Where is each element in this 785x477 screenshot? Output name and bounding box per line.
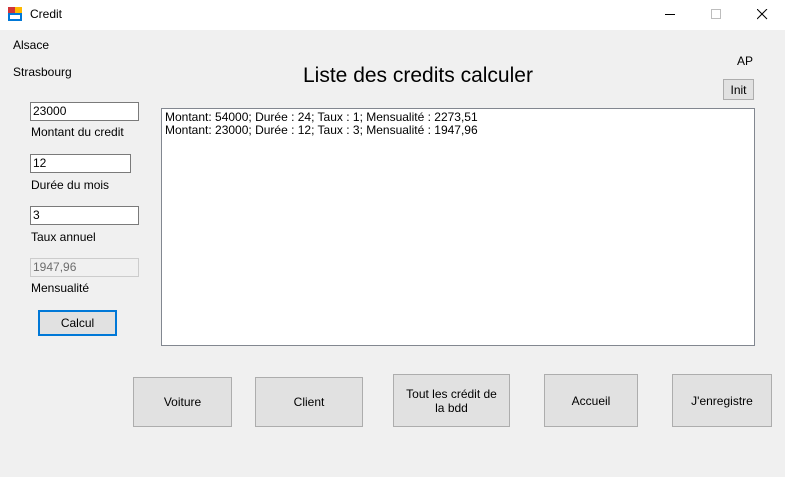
calculate-button[interactable]: Calcul: [38, 310, 117, 336]
minimize-button[interactable]: [647, 0, 693, 30]
amount-input[interactable]: 23000: [30, 102, 139, 121]
user-label: AP: [737, 54, 754, 68]
close-button[interactable]: [739, 0, 785, 30]
duration-input[interactable]: 12: [30, 154, 131, 173]
credits-list[interactable]: Montant: 54000; Durée : 24; Taux : 1; Me…: [161, 108, 755, 346]
close-icon: [756, 7, 768, 23]
page-title: Liste des credits calculer: [303, 64, 533, 87]
list-item[interactable]: Montant: 23000; Durée : 12; Taux : 3; Me…: [165, 124, 751, 137]
maximize-button: [693, 0, 739, 30]
amount-label: Montant du credit: [31, 125, 124, 139]
rate-label: Taux annuel: [31, 230, 96, 244]
accueil-button[interactable]: Accueil: [544, 374, 638, 427]
title-bar: Credit: [0, 0, 785, 30]
monthly-payment-label: Mensualité: [31, 281, 90, 295]
city-label: Strasbourg: [13, 65, 72, 79]
minimize-icon: [664, 7, 676, 23]
client-button[interactable]: Client: [255, 377, 363, 427]
maximize-icon: [710, 7, 722, 23]
region-label: Alsace: [13, 38, 50, 52]
duration-label: Durée du mois: [31, 178, 110, 192]
window-title: Credit: [30, 7, 63, 21]
init-button[interactable]: Init: [723, 79, 754, 100]
voiture-button[interactable]: Voiture: [133, 377, 232, 427]
save-button[interactable]: J'enregistre: [672, 374, 772, 427]
app-icon: [8, 7, 22, 21]
rate-input[interactable]: 3: [30, 206, 139, 225]
all-credits-button[interactable]: Tout les crédit de la bdd: [393, 374, 510, 427]
monthly-payment-field: 1947,96: [30, 258, 139, 277]
